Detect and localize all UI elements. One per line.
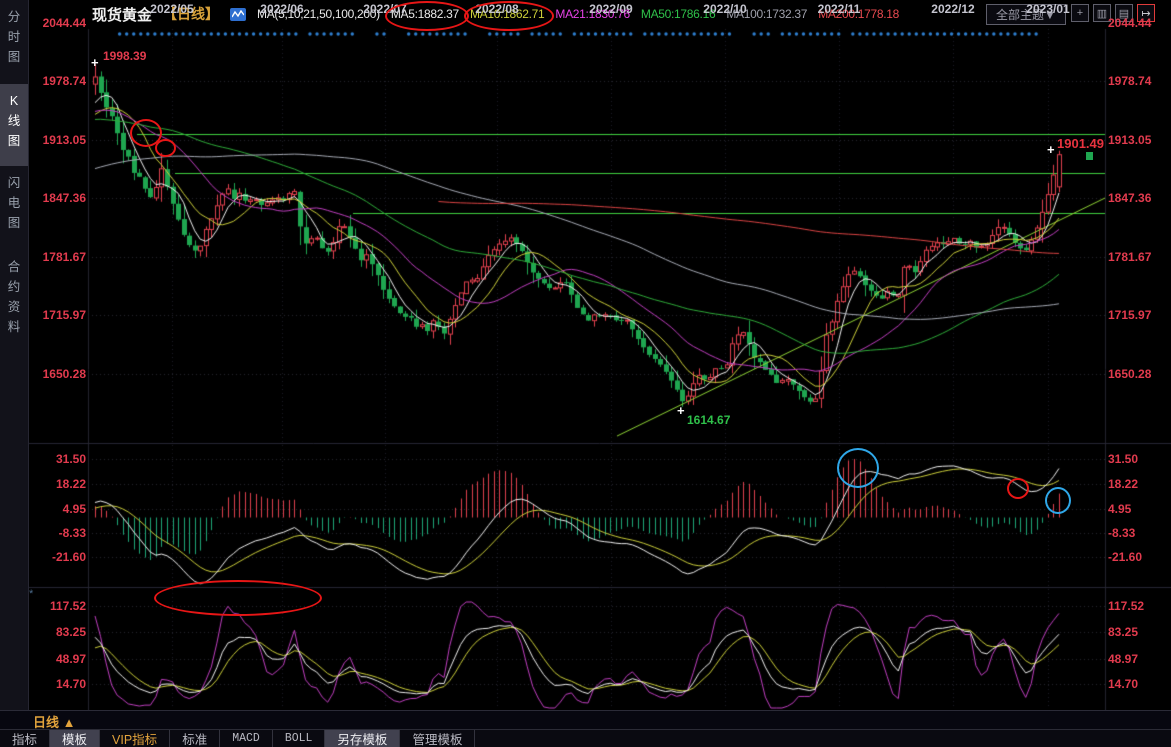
kdj-j-value: J:95.32 [269, 589, 310, 603]
main-axis-label-axr: 1715.97 [1108, 308, 1168, 322]
macd-axis-label-axr: -8.33 [1108, 526, 1168, 540]
kdj-k-value: K:88.85 [162, 589, 205, 603]
main-axis-label-axr: 1847.36 [1108, 191, 1168, 205]
kdj-title: KDJ(9,3,3) [92, 589, 152, 603]
trading-app-window: 分 时 图K 线 图闪 电 图合 约 资 料 现货黄金 【日线】 MA(5,10… [0, 0, 1171, 747]
macd-axis-label-axr: 31.50 [1108, 452, 1168, 466]
time-axis-month-label: 2022/05 [132, 2, 212, 16]
time-axis-month-label: 2022/09 [571, 2, 651, 16]
main-axis-label-axr: 1913.05 [1108, 133, 1168, 147]
macd-axis-label-axl: 4.95 [28, 502, 86, 516]
tab-另存模板[interactable]: 另存模板 [325, 730, 400, 747]
time-axis-month-label: 2022/11 [799, 2, 879, 16]
sidebar-item-3[interactable]: 合 约 资 料 [0, 250, 28, 360]
macd-axis-label-axl: 31.50 [28, 452, 86, 466]
kdj-axis-label-axr: 83.25 [1108, 625, 1168, 639]
sidebar-item-0[interactable]: 分 时 图 [0, 0, 28, 84]
tab-VIP指标[interactable]: VIP指标 [100, 730, 170, 747]
chart-mode-sidebar: 分 时 图K 线 图闪 电 图合 约 资 料 [0, 0, 29, 747]
macd-axis-label-axr: 4.95 [1108, 502, 1168, 516]
main-axis-label-axr: 2044.44 [1108, 16, 1168, 30]
main-axis-label-axr: 1650.28 [1108, 367, 1168, 381]
kdj-axis-label-axr: 117.52 [1108, 599, 1168, 613]
macd-axis-label-axl: -21.60 [28, 550, 86, 564]
time-axis-row: 日线 ▲ [0, 710, 1171, 729]
tab-标准[interactable]: 标准 [170, 730, 220, 747]
kline-chart-canvas[interactable] [0, 0, 1171, 747]
time-axis-month-label: 2022/07 [345, 2, 425, 16]
main-axis-label-axr: 1781.67 [1108, 250, 1168, 264]
macd-header: MACD(26,12,9) DIFF:30.35 DEA:25.55 MACD:9.6… [92, 445, 406, 459]
time-axis-month-label: 2022/12 [913, 2, 993, 16]
kdj-axis-label-axl: 14.70 [28, 677, 86, 691]
kdj-axis-label-axr: 14.70 [1108, 677, 1168, 691]
main-axis-label-axl: 1847.36 [28, 191, 86, 205]
kdj-axis-label-axl: 117.52 [28, 599, 86, 613]
main-axis-label-axr: 1978.74 [1108, 74, 1168, 88]
macd-macd-value: MACD:9.60 [332, 445, 397, 459]
macd-axis-label-axr: -21.60 [1108, 550, 1168, 564]
macd-title: MACD(26,12,9) [92, 445, 179, 459]
time-axis-month-label: 2023/01 [1008, 2, 1088, 16]
indicator-tab-bar: 指标模板VIP指标标准MACDBOLL另存模板管理模板 [0, 729, 1171, 747]
main-axis-label-axl: 1650.28 [28, 367, 86, 381]
tab-模板[interactable]: 模板 [50, 730, 100, 747]
main-axis-label-axl: 1781.67 [28, 250, 86, 264]
time-axis-month-label: 2022/10 [685, 2, 765, 16]
tab-指标[interactable]: 指标 [0, 730, 50, 747]
main-axis-label-axl: 1978.74 [28, 74, 86, 88]
macd-axis-label-axl: -8.33 [28, 526, 86, 540]
time-axis-month-label: 2022/08 [457, 2, 537, 16]
main-axis-label-axl: 2044.44 [28, 16, 86, 30]
macd-axis-label-axr: 18.22 [1108, 477, 1168, 491]
tab-MACD[interactable]: MACD [220, 730, 273, 747]
kdj-axis-label-axl: 48.97 [28, 652, 86, 666]
tab-BOLL[interactable]: BOLL [273, 730, 326, 747]
tab-管理模板[interactable]: 管理模板 [400, 730, 475, 747]
sidebar-item-2[interactable]: 闪 电 图 [0, 166, 28, 250]
time-axis-month-label: 2022/06 [242, 2, 322, 16]
sidebar-item-1[interactable]: K 线 图 [0, 84, 28, 166]
macd-diff-value: DIFF:30.35 [189, 445, 252, 459]
macd-dea-value: DEA:25.55 [261, 445, 321, 459]
main-axis-label-axl: 1715.97 [28, 308, 86, 322]
kdj-header: KDJ(9,3,3) K:88.85 D:85.61 J:95.32 [92, 589, 320, 603]
kdj-d-value: D:85.61 [215, 589, 259, 603]
main-axis-label-axl: 1913.05 [28, 133, 86, 147]
kdj-axis-label-axr: 48.97 [1108, 652, 1168, 666]
macd-axis-label-axl: 18.22 [28, 477, 86, 491]
kdj-axis-label-axl: 83.25 [28, 625, 86, 639]
